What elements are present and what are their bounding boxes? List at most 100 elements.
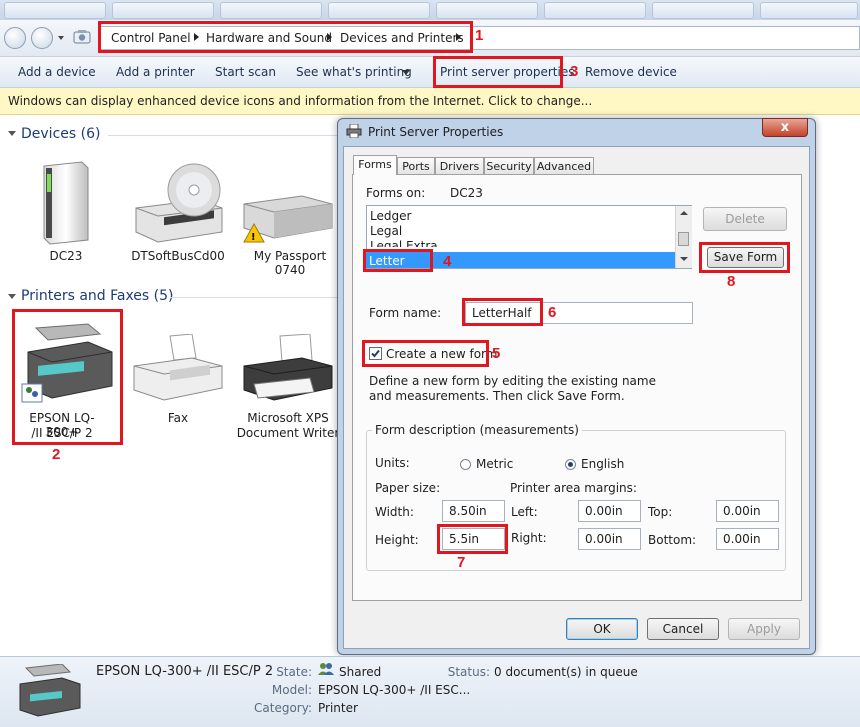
see-whats-printing-button[interactable]: See what's printing bbox=[296, 65, 412, 79]
apply-button[interactable]: Apply bbox=[728, 618, 800, 640]
units-label: Units: bbox=[375, 456, 410, 470]
printer-label[interactable]: Fax bbox=[138, 411, 218, 425]
control-panel-icon bbox=[72, 28, 92, 46]
scroll-up-icon[interactable] bbox=[680, 211, 688, 215]
taskbar-tab[interactable] bbox=[220, 2, 322, 19]
delete-button[interactable]: Delete bbox=[703, 207, 787, 231]
tab-security[interactable]: Security bbox=[484, 157, 534, 175]
collapse-printers-icon[interactable] bbox=[8, 294, 16, 299]
info-bar-text[interactable]: Windows can display enhanced device icon… bbox=[8, 94, 592, 108]
tab-advanced[interactable]: Advanced bbox=[534, 157, 594, 175]
radio-dot-icon bbox=[568, 462, 573, 467]
annotation-number-6: 6 bbox=[548, 304, 557, 321]
width-label: Width: bbox=[375, 505, 414, 519]
top-margin-input[interactable]: 0.00in bbox=[716, 500, 779, 522]
xps-writer-icon[interactable] bbox=[240, 333, 336, 406]
list-item[interactable]: Ledger bbox=[370, 209, 411, 223]
add-printer-button[interactable]: Add a printer bbox=[116, 65, 195, 79]
forms-on-label: Forms on: bbox=[366, 186, 426, 200]
add-device-button[interactable]: Add a device bbox=[18, 65, 96, 79]
width-input[interactable]: 8.50in bbox=[442, 500, 505, 522]
right-margin-input[interactable]: 0.00in bbox=[578, 528, 641, 550]
close-icon[interactable]: x bbox=[762, 118, 808, 137]
tab-forms[interactable]: Forms bbox=[353, 155, 397, 175]
status-label: Status: bbox=[447, 665, 490, 679]
remove-device-button[interactable]: Remove device bbox=[585, 65, 677, 79]
device-label[interactable]: DC23 bbox=[26, 249, 106, 263]
left-margin-input[interactable]: 0.00in bbox=[578, 500, 641, 522]
english-radio-label[interactable]: English bbox=[581, 457, 624, 471]
ok-button[interactable]: OK bbox=[566, 618, 638, 640]
section-divider bbox=[108, 135, 338, 136]
cancel-button[interactable]: Cancel bbox=[647, 618, 719, 640]
category-value: Printer bbox=[318, 701, 358, 715]
form-name-label: Form name: bbox=[369, 306, 442, 320]
forward-button[interactable] bbox=[31, 27, 53, 49]
model-label: Model: bbox=[271, 683, 312, 697]
list-item[interactable]: Legal bbox=[370, 224, 402, 238]
collapse-devices-icon[interactable] bbox=[8, 131, 16, 136]
annotation-box-1 bbox=[98, 21, 473, 53]
form-instructions-text: Define a new form by editing the existin… bbox=[369, 374, 656, 403]
details-device-name: EPSON LQ-300+ /II ESC/P 2 bbox=[96, 664, 274, 679]
bottom-margin-input[interactable]: 0.00in bbox=[716, 528, 779, 550]
cd-drive-icon[interactable] bbox=[130, 162, 226, 244]
active-tab-joiner bbox=[354, 173, 396, 176]
devices-section-title[interactable]: Devices (6) bbox=[21, 126, 100, 142]
history-dropdown-icon[interactable] bbox=[58, 36, 64, 40]
annotation-number-3: 3 bbox=[570, 63, 579, 80]
status-value: 0 document(s) in queue bbox=[494, 665, 638, 679]
annotation-number-4: 4 bbox=[443, 253, 452, 270]
scroll-down-icon[interactable] bbox=[680, 257, 688, 261]
printer-margins-label: Printer area margins: bbox=[510, 481, 637, 495]
printer-icon bbox=[346, 123, 362, 139]
scrollbar[interactable] bbox=[675, 206, 692, 268]
annotation-box-6 bbox=[462, 298, 543, 326]
annotation-number-8: 8 bbox=[727, 273, 736, 290]
section-divider bbox=[170, 297, 338, 298]
svg-text:!: ! bbox=[251, 232, 256, 243]
back-button[interactable] bbox=[4, 27, 26, 49]
top-margin-label: Top: bbox=[648, 505, 673, 519]
taskbar-strip bbox=[0, 0, 860, 21]
shared-users-icon bbox=[318, 662, 334, 676]
list-item[interactable]: Legal Extra bbox=[370, 239, 438, 247]
printer-label-line[interactable]: Microsoft XPS bbox=[236, 411, 340, 425]
right-margin-label: Right: bbox=[511, 531, 547, 545]
external-drive-icon[interactable]: ! bbox=[240, 176, 336, 246]
device-label[interactable]: DTSoftBusCd00 bbox=[128, 249, 228, 263]
annotation-number-5: 5 bbox=[492, 345, 501, 362]
device-label[interactable]: My Passport 0740 bbox=[238, 249, 342, 277]
taskbar-tab[interactable] bbox=[436, 2, 538, 19]
scrollbar-thumb[interactable] bbox=[678, 232, 689, 246]
bottom-margin-label: Bottom: bbox=[648, 533, 697, 547]
state-value: Shared bbox=[339, 665, 382, 679]
tab-ports[interactable]: Ports bbox=[397, 157, 435, 175]
metric-radio-label[interactable]: Metric bbox=[476, 457, 513, 471]
taskbar-tab[interactable] bbox=[112, 2, 214, 19]
taskbar-tab[interactable] bbox=[4, 2, 106, 19]
taskbar-tab[interactable] bbox=[328, 2, 430, 19]
annotation-number-2: 2 bbox=[52, 446, 61, 463]
computer-tower-icon[interactable] bbox=[36, 160, 96, 246]
left-margin-label: Left: bbox=[511, 505, 538, 519]
start-scan-button[interactable]: Start scan bbox=[215, 65, 276, 79]
dialog-title: Print Server Properties bbox=[368, 125, 504, 139]
english-radio[interactable] bbox=[565, 459, 576, 470]
height-label: Height: bbox=[375, 533, 419, 547]
annotation-number-1: 1 bbox=[475, 27, 484, 44]
fax-icon[interactable] bbox=[130, 333, 226, 406]
taskbar-tab[interactable] bbox=[544, 2, 646, 19]
annotation-number-7: 7 bbox=[457, 554, 466, 571]
printers-section-title[interactable]: Printers and Faxes (5) bbox=[21, 288, 174, 304]
annotation-box-5 bbox=[362, 340, 489, 367]
annotation-box-2 bbox=[12, 309, 123, 445]
taskbar-tab[interactable] bbox=[652, 2, 754, 19]
taskbar-tab[interactable] bbox=[760, 2, 858, 19]
chevron-down-icon[interactable] bbox=[402, 70, 410, 75]
printer-label-line[interactable]: Document Writer bbox=[236, 426, 340, 440]
tab-drivers[interactable]: Drivers bbox=[435, 157, 484, 175]
annotation-box-8 bbox=[699, 242, 790, 273]
metric-radio[interactable] bbox=[460, 459, 471, 470]
forms-on-value: DC23 bbox=[450, 186, 483, 200]
